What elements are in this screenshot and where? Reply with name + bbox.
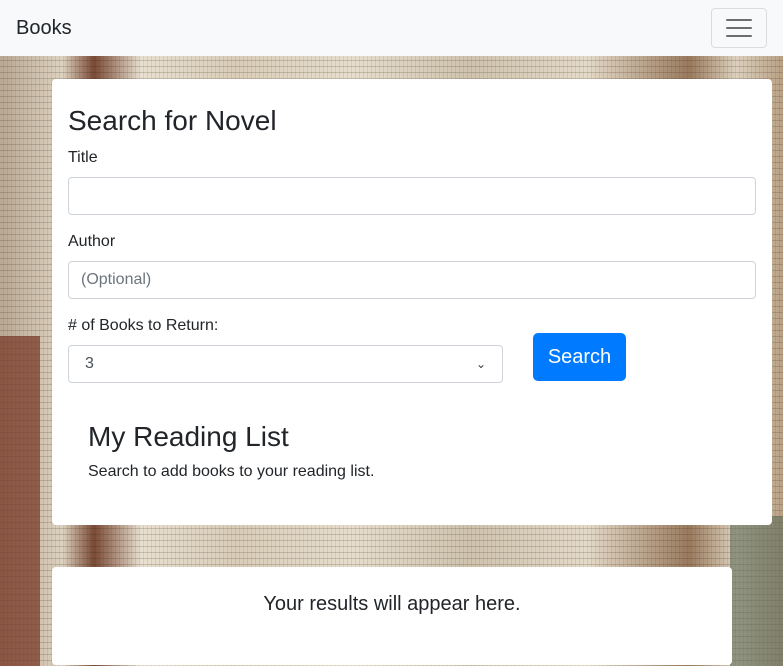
book-spine-decoration bbox=[0, 336, 40, 666]
author-label: Author bbox=[68, 233, 116, 250]
title-label: Title bbox=[68, 149, 98, 166]
book-spine-decoration bbox=[730, 516, 783, 666]
navbar: Books bbox=[0, 0, 783, 56]
hamburger-icon-line bbox=[726, 35, 752, 37]
results-card: Your results will appear here. bbox=[52, 567, 732, 665]
hamburger-icon-line bbox=[726, 27, 752, 29]
author-input[interactable] bbox=[68, 261, 756, 299]
count-select-value: 3 bbox=[85, 355, 94, 372]
search-heading: Search for Novel bbox=[68, 105, 277, 136]
hamburger-icon-line bbox=[726, 19, 752, 21]
navbar-toggler-button[interactable] bbox=[711, 8, 767, 48]
reading-list-heading: My Reading List bbox=[88, 421, 289, 452]
results-placeholder: Your results will appear here. bbox=[263, 593, 521, 615]
count-select[interactable]: 3 ⌄ bbox=[68, 345, 503, 383]
reading-list-section: My Reading List Search to add books to y… bbox=[68, 383, 756, 481]
search-card: Search for Novel Title Author # of Books… bbox=[52, 79, 772, 525]
navbar-brand[interactable]: Books bbox=[16, 17, 72, 40]
count-label: # of Books to Return: bbox=[68, 317, 219, 334]
chevron-down-icon: ⌄ bbox=[475, 357, 486, 371]
search-button[interactable]: Search bbox=[533, 333, 626, 381]
title-input[interactable] bbox=[68, 177, 756, 215]
reading-list-empty-text: Search to add books to your reading list… bbox=[88, 463, 375, 480]
